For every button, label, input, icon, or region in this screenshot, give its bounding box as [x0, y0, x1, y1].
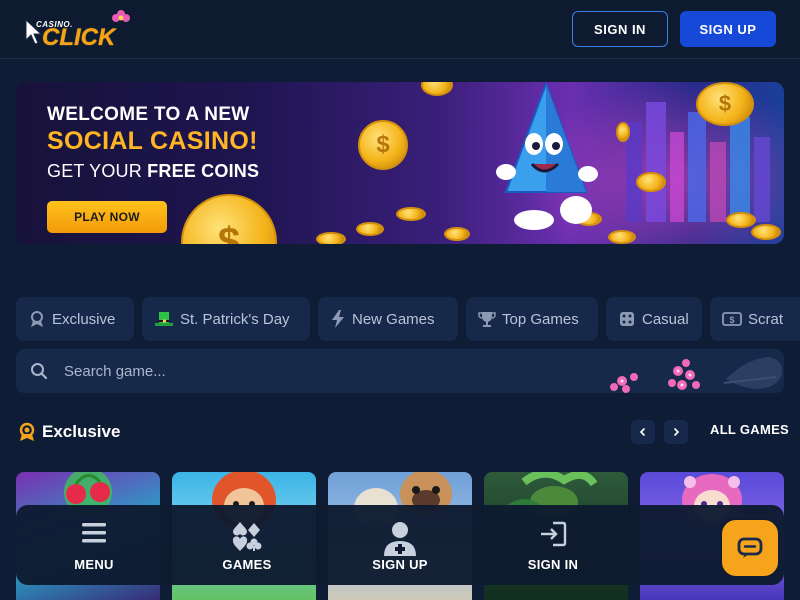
flower-icon — [112, 10, 130, 22]
nav-sign-in[interactable]: SIGN IN — [498, 505, 608, 585]
coin-icon: $ — [358, 120, 408, 170]
coin-icon: $ — [181, 194, 277, 244]
coin-icon — [396, 207, 426, 221]
chat-bubble-icon — [737, 537, 763, 558]
add-user-icon — [384, 522, 416, 556]
arrow-mascot-graphic — [496, 82, 598, 230]
nav-menu[interactable]: MENU — [39, 505, 149, 585]
trophy-icon — [478, 312, 496, 327]
coin-icon: $ — [696, 82, 754, 126]
sign-in-button[interactable]: SIGN IN — [572, 11, 668, 47]
play-now-button[interactable]: PLAY NOW — [47, 201, 167, 233]
coin-icon — [356, 222, 384, 236]
bottom-navigation: MENU GAMES SIGN UP SIGN IN — [16, 505, 784, 585]
blossom-bird-decoration — [610, 357, 783, 393]
coin-icon — [751, 224, 781, 240]
nav-label: SIGN IN — [527, 557, 579, 572]
category-tabs: Exclusive St. Patrick's Day New Games To… — [16, 297, 800, 341]
card-suits-icon — [232, 522, 262, 551]
badge-icon — [31, 311, 43, 327]
city-skyline-graphic — [626, 102, 770, 222]
casino-click-logo[interactable]: CASINO. CLICK — [22, 8, 132, 52]
lightning-icon — [332, 310, 344, 328]
chevron-left-icon — [639, 427, 646, 437]
banner-headline-3: GET YOUR FREE COINS — [47, 161, 259, 182]
scroll-right-button[interactable] — [664, 420, 688, 444]
hamburger-menu-icon — [82, 523, 106, 543]
banner-headline-3b: FREE COINS — [147, 161, 260, 181]
banner-headline-2: SOCIAL CASINO! — [47, 127, 258, 155]
svg-text:$: $ — [729, 315, 734, 325]
section-title: Exclusive — [42, 422, 121, 441]
tab-label: Casual — [642, 310, 689, 328]
scroll-left-button[interactable] — [631, 420, 655, 444]
nav-games[interactable]: GAMES — [192, 505, 302, 585]
tab-scratch[interactable]: $ Scrat — [710, 297, 800, 341]
chevron-right-icon — [673, 427, 680, 437]
tab-exclusive[interactable]: Exclusive — [16, 297, 134, 341]
tab-new-games[interactable]: New Games — [318, 297, 458, 341]
coin-icon — [636, 172, 666, 192]
tab-st-patricks-day[interactable]: St. Patrick's Day — [142, 297, 310, 341]
tab-label: Scrat — [748, 310, 784, 328]
page-root: CASINO. CLICK SIGN IN SIGN UP WELCOME TO… — [0, 0, 800, 600]
sign-in-icon — [541, 521, 567, 547]
logo-big-text: CLICK — [42, 24, 116, 51]
leprechaun-hat-icon — [155, 312, 173, 326]
coin-icon — [316, 232, 346, 244]
coin-icon — [726, 212, 756, 228]
nav-label: MENU — [74, 557, 114, 572]
banner-headline-1: WELCOME TO A NEW — [47, 104, 250, 125]
search-bar — [16, 349, 784, 393]
top-header: CASINO. CLICK SIGN IN SIGN UP — [0, 0, 800, 59]
nav-label: GAMES — [222, 557, 272, 572]
tab-label: Top Games — [502, 310, 579, 328]
dice-icon — [620, 312, 634, 326]
scratch-card-icon: $ — [722, 312, 742, 326]
exclusive-badge-icon — [19, 422, 35, 441]
promo-banner[interactable]: WELCOME TO A NEW SOCIAL CASINO! GET YOUR… — [16, 82, 784, 244]
tab-label: New Games — [352, 310, 435, 328]
coin-icon — [421, 82, 453, 96]
coin-icon — [444, 227, 470, 241]
banner-headline-3a: GET YOUR — [47, 161, 148, 181]
tab-top-games[interactable]: Top Games — [466, 297, 598, 341]
search-icon — [31, 363, 48, 380]
nav-sign-up[interactable]: SIGN UP — [345, 505, 455, 585]
sign-up-button[interactable]: SIGN UP — [680, 11, 776, 47]
coin-icon — [616, 122, 630, 142]
all-games-link[interactable]: ALL GAMES — [710, 422, 789, 437]
search-input[interactable] — [64, 349, 564, 393]
tab-label: St. Patrick's Day — [180, 310, 290, 328]
nav-label: SIGN UP — [372, 557, 428, 572]
tab-casual[interactable]: Casual — [606, 297, 702, 341]
tab-label: Exclusive — [52, 310, 116, 328]
chat-button[interactable] — [720, 518, 780, 578]
